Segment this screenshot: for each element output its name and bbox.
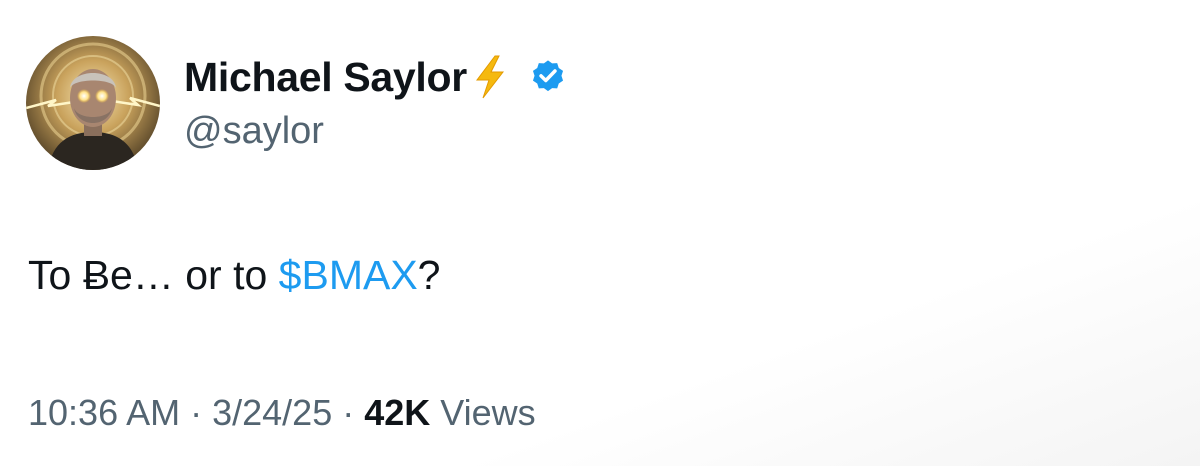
lightning-icon <box>471 54 509 100</box>
tweet-date[interactable]: 3/24/25 <box>212 392 332 433</box>
tweet-card: Michael Saylor @saylor To Ƀe… or to $BMA… <box>0 0 1200 466</box>
tweet-meta: 10:36 AM · 3/24/25 · 42K Views <box>28 392 536 434</box>
views-count: 42K <box>364 392 431 433</box>
tweet-text-before: To Ƀe… or to <box>28 252 279 298</box>
avatar-image <box>26 36 160 170</box>
author-name-row: Michael Saylor <box>184 52 567 102</box>
tweet-text-after: ? <box>417 252 441 298</box>
meta-separator: · <box>190 392 203 433</box>
author-handle[interactable]: @saylor <box>184 110 324 153</box>
views-label: Views <box>440 392 536 433</box>
avatar[interactable] <box>26 36 160 170</box>
author-display-name[interactable]: Michael Saylor <box>184 54 467 101</box>
tweet-text: To Ƀe… or to $BMAX? <box>28 252 440 299</box>
verified-icon[interactable] <box>529 58 567 96</box>
meta-separator: · <box>342 392 355 433</box>
cashtag-link[interactable]: $BMAX <box>279 252 418 298</box>
tweet-time[interactable]: 10:36 AM <box>28 392 180 433</box>
